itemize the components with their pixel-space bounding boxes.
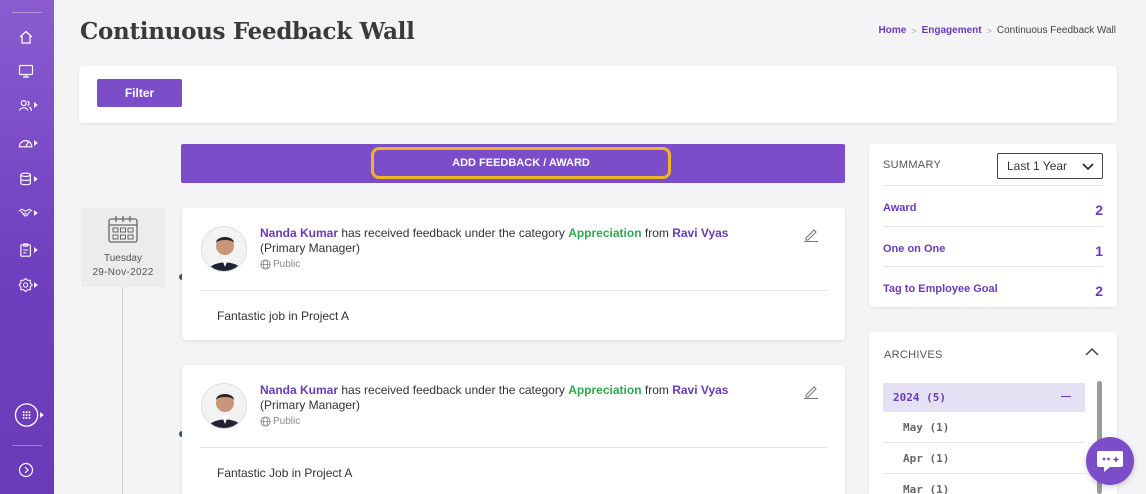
monitor-icon[interactable] <box>18 63 38 79</box>
archives-panel: ARCHIVES 2024 (5) May (1) Apr (1) Mar (1… <box>869 332 1117 494</box>
breadcrumb-separator: > <box>986 25 992 36</box>
summary-row-tag-to-goal[interactable]: Tag to Employee Goal 2 <box>883 266 1103 306</box>
visibility-tag: Public <box>260 416 300 427</box>
avatar <box>201 383 247 429</box>
feedback-category: Appreciation <box>568 383 642 397</box>
summary-row-count: 2 <box>1095 283 1103 299</box>
chat-button[interactable] <box>1086 437 1134 485</box>
edit-icon[interactable] <box>803 226 819 242</box>
add-feedback-award-button[interactable]: ADD FEEDBACK / AWARD <box>371 147 671 179</box>
people-icon[interactable] <box>18 97 38 113</box>
timeline-date: 29-Nov-2022 <box>92 267 154 278</box>
archives-heading: ARCHIVES <box>884 349 943 361</box>
archive-month-label: Mar (1) <box>903 483 950 494</box>
summary-period-select[interactable]: Last 1 Year <box>997 153 1103 179</box>
card-divider <box>200 447 827 448</box>
giver-link[interactable]: Ravi Vyas <box>672 383 728 397</box>
summary-row-label: One on One <box>883 243 946 255</box>
sidebar <box>0 0 54 494</box>
handshake-icon[interactable] <box>18 205 38 221</box>
archive-month-label: Apr (1) <box>903 452 950 465</box>
feedback-card: Nanda Kumar has received feedback under … <box>182 365 845 494</box>
giver-link[interactable]: Ravi Vyas <box>672 226 728 240</box>
timeline-line <box>122 284 123 494</box>
collapse-minus-icon[interactable] <box>1061 396 1071 397</box>
breadcrumb-current: Continuous Feedback Wall <box>996 25 1116 36</box>
feedback-message: Fantastic job in Project A <box>217 309 350 323</box>
feedback-text-from: from <box>641 383 673 397</box>
timeline-day: Tuesday <box>104 253 142 264</box>
breadcrumb-home-link[interactable]: Home <box>879 25 907 36</box>
summary-heading: SUMMARY <box>883 159 942 171</box>
recipient-link[interactable]: Nanda Kumar <box>260 383 338 397</box>
clipboard-icon[interactable] <box>18 242 38 258</box>
giver-role: (Primary Manager) <box>260 241 361 255</box>
recipient-link[interactable]: Nanda Kumar <box>260 226 338 240</box>
dashboard-gauge-icon[interactable] <box>18 135 38 151</box>
feedback-text: Nanda Kumar has received feedback under … <box>260 226 730 256</box>
summary-panel: SUMMARY Last 1 Year Award 2 One on One 1… <box>869 144 1117 307</box>
archive-month-apr[interactable]: Apr (1) <box>883 443 1085 474</box>
expand-icon[interactable] <box>18 462 38 478</box>
edit-icon[interactable] <box>803 383 819 399</box>
filter-card: Filter <box>79 66 1117 123</box>
filter-button[interactable]: Filter <box>97 79 182 107</box>
page-title: Continuous Feedback Wall <box>80 18 415 45</box>
summary-period-value: Last 1 Year <box>1007 159 1068 173</box>
timeline-date-box: Tuesday 29-Nov-2022 <box>81 208 165 287</box>
settings-icon[interactable] <box>18 277 38 293</box>
summary-row-count: 2 <box>1095 202 1103 218</box>
chat-bubble-icon <box>1097 451 1123 472</box>
breadcrumb: Home > Engagement > Continuous Feedback … <box>879 25 1116 36</box>
apps-grid-icon[interactable] <box>14 402 44 428</box>
breadcrumb-separator: > <box>911 25 917 36</box>
feedback-text-from: from <box>641 226 673 240</box>
feedback-category: Appreciation <box>568 226 642 240</box>
add-feedback-bar: ADD FEEDBACK / AWARD <box>181 144 845 183</box>
calendar-icon <box>108 216 138 243</box>
summary-row-count: 1 <box>1095 243 1103 259</box>
globe-icon <box>260 259 271 270</box>
database-icon[interactable] <box>18 171 38 187</box>
chevron-down-icon <box>1082 163 1094 171</box>
giver-role: (Primary Manager) <box>260 398 361 412</box>
chevron-up-icon[interactable] <box>1085 347 1099 357</box>
feedback-text-received: has received feedback under the category <box>338 383 569 397</box>
summary-row-one-on-one[interactable]: One on One 1 <box>883 226 1103 266</box>
archive-month-mar[interactable]: Mar (1) <box>883 474 1085 494</box>
globe-icon <box>260 416 271 427</box>
breadcrumb-engagement-link[interactable]: Engagement <box>922 25 982 36</box>
archive-year-2024[interactable]: 2024 (5) <box>883 383 1085 412</box>
archive-month-label: May (1) <box>903 421 950 434</box>
visibility-label: Public <box>273 259 301 270</box>
avatar <box>201 226 247 272</box>
summary-row-award[interactable]: Award 2 <box>883 185 1103 225</box>
sidebar-divider <box>12 445 42 446</box>
feedback-message: Fantastic Job in Project A <box>217 466 353 480</box>
archive-year-label: 2024 (5) <box>893 391 946 404</box>
feedback-text-received: has received feedback under the category <box>338 226 569 240</box>
visibility-label: Public <box>273 416 301 427</box>
sidebar-divider <box>12 12 42 13</box>
home-icon[interactable] <box>18 29 38 45</box>
summary-row-label: Award <box>883 202 917 214</box>
card-divider <box>200 290 827 291</box>
summary-row-label: Tag to Employee Goal <box>883 283 998 295</box>
feedback-text: Nanda Kumar has received feedback under … <box>260 383 730 413</box>
visibility-tag: Public <box>260 259 300 270</box>
archive-month-may[interactable]: May (1) <box>883 412 1085 443</box>
feedback-card: Nanda Kumar has received feedback under … <box>182 208 845 340</box>
